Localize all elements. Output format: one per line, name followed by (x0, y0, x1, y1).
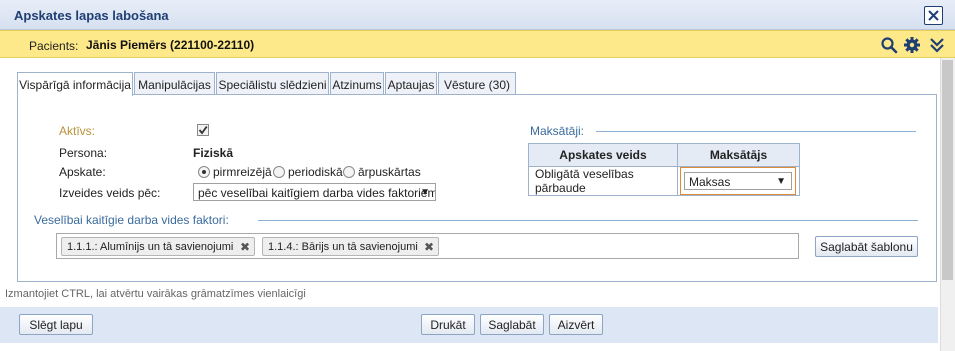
gear-icon[interactable] (903, 36, 921, 54)
payers-header-row: Apskates veids Maksātājs (528, 143, 800, 167)
table-row: Obligātā veselības pārbaude Maksas ▼ (528, 166, 800, 196)
exam-type-cell: Obligātā veselības pārbaude (528, 166, 678, 196)
tab-general-info[interactable]: Vispārīgā informācija (17, 72, 133, 96)
cancel-button[interactable]: Aizvērt (549, 314, 603, 335)
exam-radio-initial[interactable] (198, 166, 210, 178)
column-header-exam-type: Apskates veids (528, 143, 678, 167)
payer-select-highlight: Maksas ▼ (680, 167, 796, 195)
factor-chip-label: 1.1.1.: Alumīnijs un tā savienojumi (67, 241, 234, 253)
factor-chip: 1.1.4.: Bārijs un tā savienojumi ✖ (262, 237, 439, 256)
payer-cell: Maksas ▼ (677, 166, 800, 196)
patient-name: Jānis Piemērs (221100-22110) (86, 38, 255, 52)
active-checkbox[interactable] (197, 124, 209, 136)
factors-input[interactable]: 1.1.1.: Alumīnijs un tā savienojumi ✖ 1.… (56, 233, 799, 259)
payers-legend: Maksātāji: (530, 124, 591, 138)
print-button[interactable]: Drukāt (421, 314, 475, 335)
close-page-button[interactable]: Slēgt lapu (19, 314, 93, 335)
scrollbar-thumb[interactable] (942, 60, 953, 280)
payers-table: Apskates veids Maksātājs Obligātā veselī… (528, 143, 800, 196)
factor-chip-label: 1.1.4.: Bārijs un tā savienojumi (268, 241, 418, 253)
payer-select[interactable]: Maksas ▼ (684, 172, 792, 190)
window-title: Apskates lapas labošana (14, 8, 169, 23)
close-icon (928, 10, 939, 21)
factor-chip: 1.1.1.: Alumīnijs un tā savienojumi ✖ (61, 237, 255, 256)
dropdown-arrow-icon: ▼ (776, 176, 786, 187)
active-label: Aktīvs: (59, 124, 96, 138)
column-header-payer: Maksātājs (677, 143, 800, 167)
exam-label: Apskate: (59, 165, 106, 179)
tab-manipulations[interactable]: Manipulācijas (134, 72, 215, 95)
search-icon[interactable] (880, 36, 898, 54)
factors-legend: Veselībai kaitīgie darba vides faktori: (34, 213, 235, 227)
double-chevron-down-icon[interactable] (928, 36, 946, 54)
remove-icon[interactable]: ✖ (240, 240, 250, 254)
checkmark-icon (198, 125, 208, 135)
created-by-value: pēc veselībai kaitīgiem darba vides fakt… (198, 186, 436, 200)
person-value: Fiziskā (193, 146, 234, 160)
payers-legend-line (596, 131, 916, 132)
save-template-button[interactable]: Saglabāt šablonu (815, 236, 918, 257)
exam-option-initial-label: pirmreizējā (213, 165, 272, 179)
close-button[interactable] (924, 6, 943, 25)
tab-surveys[interactable]: Aptaujas (385, 72, 437, 95)
window-titlebar: Apskates lapas labošana (0, 0, 955, 30)
exam-option-extraordinary-label: ārpuskārtas (358, 165, 421, 179)
tab-history[interactable]: Vēsture (30) (438, 72, 516, 95)
payer-value: Maksas (689, 175, 731, 189)
hint-text: Izmantojiet CTRL, lai atvērtu vairākas g… (5, 288, 306, 300)
remove-icon[interactable]: ✖ (424, 240, 434, 254)
created-by-select[interactable]: pēc veselībai kaitīgiem darba vides fakt… (193, 183, 436, 201)
factors-legend-line (258, 220, 918, 221)
person-label: Persona: (59, 146, 108, 160)
created-by-label: Izveides veids pēc: (59, 186, 161, 200)
tab-specialist-conclusions[interactable]: Speciālistu slēdzieni (216, 72, 329, 95)
exam-radio-extraordinary[interactable] (343, 166, 355, 178)
patient-bar: Pacients: Jānis Piemērs (221100-22110) (0, 30, 955, 58)
save-button[interactable]: Saglabāt (480, 314, 544, 335)
exam-radio-periodic[interactable] (273, 166, 285, 178)
tab-conclusion[interactable]: Atzinums (330, 72, 384, 95)
dropdown-arrow-icon: ▼ (420, 187, 430, 198)
exam-option-periodic-label: periodiskā (288, 165, 343, 179)
patient-label: Pacients: (29, 39, 79, 53)
